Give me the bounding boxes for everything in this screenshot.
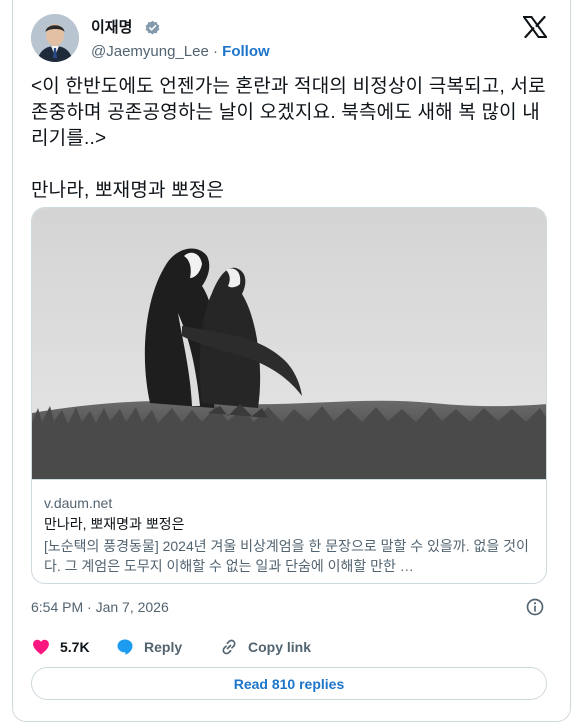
reply-bubble-icon: [117, 639, 133, 655]
tweet-embed-card: 이재명 @Jaemyung_Lee · Follow <이 한반도에도 언젠가는…: [12, 0, 571, 722]
copy-link-button[interactable]: Copy link: [219, 636, 311, 658]
avatar[interactable]: [31, 14, 79, 62]
avatar-image: [31, 14, 79, 62]
link-description: [노순택의 풍경동물] 2024년 겨울 비상계엄을 한 문장으로 말할 수 있…: [44, 538, 529, 574]
link-preview-info: v.daum.net 만나라, 뽀재명과 뽀정은 [노순택의 풍경동물] 202…: [32, 479, 546, 583]
link-preview-card[interactable]: v.daum.net 만나라, 뽀재명과 뽀정은 [노순택의 풍경동물] 202…: [31, 207, 547, 584]
reply-button[interactable]: Reply: [115, 636, 182, 658]
link-domain: v.daum.net: [44, 495, 113, 511]
verified-badge-icon: [145, 20, 160, 35]
info-icon[interactable]: [525, 597, 545, 617]
read-replies-button[interactable]: Read 810 replies: [31, 667, 547, 700]
link-icon: [222, 639, 236, 655]
separator-dot: ·: [212, 43, 218, 60]
link-title: 만나라, 뽀재명과 뽀정은: [44, 516, 185, 532]
heart-icon: [33, 639, 49, 655]
action-bar: 5.7K Reply Copy link: [31, 636, 551, 658]
handle[interactable]: @Jaemyung_Lee: [91, 43, 209, 60]
x-logo-icon[interactable]: [523, 16, 547, 38]
like-button[interactable]: 5.7K: [31, 636, 90, 658]
copy-link-label: Copy link: [248, 639, 312, 655]
tweet-text: <이 한반도에도 언젠가는 혼란과 적대의 비정상이 극복되고, 서로 존중하며…: [31, 76, 546, 201]
handle-row: @Jaemyung_Lee · Follow: [91, 42, 270, 62]
reply-label: Reply: [144, 639, 183, 655]
follow-link[interactable]: Follow: [222, 43, 270, 60]
like-count: 5.7K: [60, 639, 90, 655]
link-preview-image: [32, 208, 546, 479]
display-name[interactable]: 이재명: [91, 18, 132, 38]
timestamp[interactable]: 6:54 PM · Jan 7, 2026: [31, 598, 169, 616]
